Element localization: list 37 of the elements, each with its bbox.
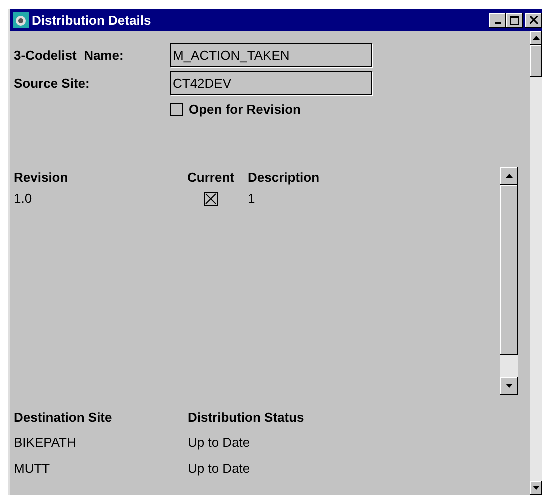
scroll-thumb[interactable] [530,45,542,77]
app-icon [13,12,29,28]
scroll-thumb[interactable] [500,185,518,355]
scroll-up-button[interactable] [530,31,542,45]
field-label: Source Site: [14,76,91,90]
column-header: Description [248,170,321,185]
checkbox-label[interactable]: Open for Revision [189,102,301,116]
scrollbar[interactable] [500,167,518,395]
column-header: Distribution Status [188,410,304,424]
close-icon [530,16,538,24]
text-field[interactable]: CT42DEV [170,71,372,95]
scrollbar[interactable] [530,31,542,495]
table-cell-text: 1 [248,191,256,206]
checkbox[interactable] [170,102,183,116]
up-arrow-icon [506,174,512,178]
text-field[interactable]: M_ACTION_TAKEN [170,43,372,67]
up-arrow-icon [532,36,540,40]
table-cell: Up to Date [188,434,250,450]
column-header: Current [186,170,236,185]
field-label: 3-Codelist Name: [14,48,125,62]
scroll-up-button[interactable] [500,167,518,185]
table-cell-text: 1.0 [14,191,34,206]
window-title: Distribution Details [32,12,152,28]
scroll-down-button[interactable] [500,377,518,395]
down-arrow-icon [532,486,540,490]
minimize-button[interactable] [489,12,506,28]
scroll-down-button[interactable] [530,481,542,495]
close-button[interactable] [525,12,542,28]
column-header: Destination Site [14,410,114,424]
down-arrow-icon [506,384,512,388]
maximize-button[interactable] [506,12,523,28]
maximize-icon [510,16,519,24]
column-header: Revision [14,170,70,185]
table-cell: Up to Date [188,460,250,476]
table-cell-text: BIKEPATH [14,434,78,450]
table-cell-text: MUTT [14,460,52,476]
checkbox[interactable] [204,192,218,206]
